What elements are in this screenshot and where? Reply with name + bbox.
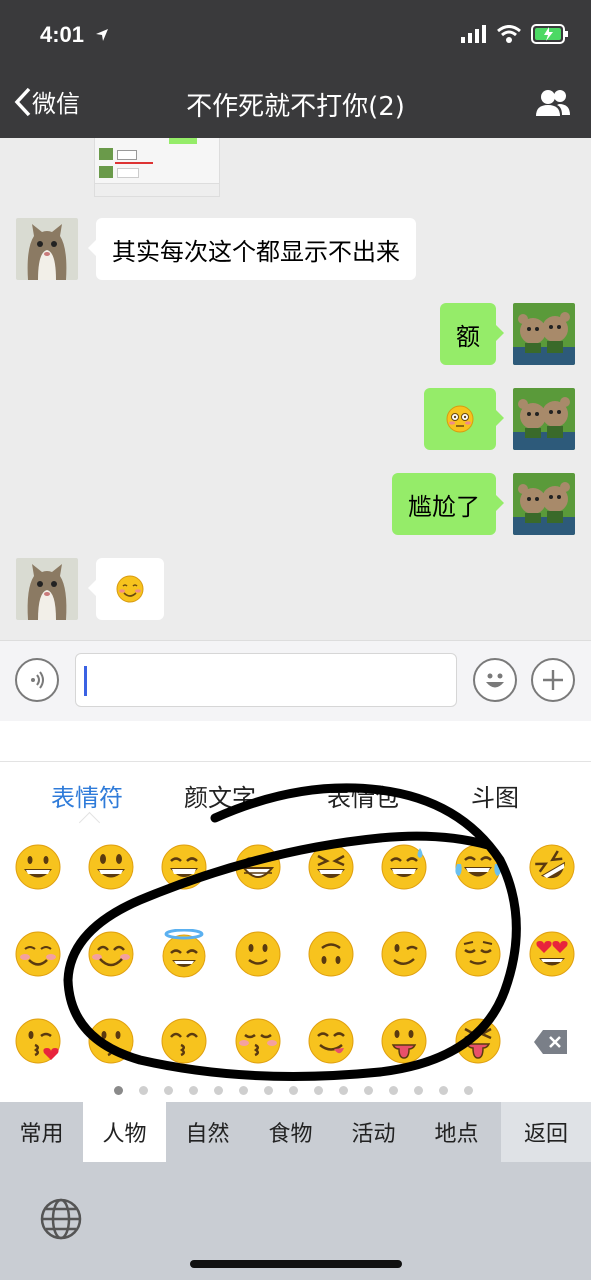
heart-eyes-emoji[interactable] <box>527 929 577 979</box>
backspace-icon <box>534 1030 567 1054</box>
grinning-face-emoji[interactable] <box>13 842 63 892</box>
my-avatar[interactable] <box>513 388 575 450</box>
shared-screenshot-thumbnail[interactable] <box>94 138 220 197</box>
contact-avatar[interactable] <box>16 558 78 620</box>
category-people[interactable]: 人物 <box>83 1102 166 1162</box>
grinning-squinting-face-emoji[interactable] <box>306 842 356 892</box>
status-time: 4:01 <box>40 22 85 47</box>
my-avatar[interactable] <box>513 303 575 365</box>
emoji-grid <box>0 824 591 1102</box>
message-text: 额 <box>456 322 480 351</box>
slightly-smiling-face-emoji[interactable] <box>233 929 283 979</box>
tab-stickers[interactable]: 表情包 <box>327 778 399 813</box>
text-caret <box>84 666 87 696</box>
more-button[interactable] <box>531 658 575 702</box>
rolling-on-floor-laughing-emoji[interactable] <box>527 842 577 892</box>
category-nature[interactable]: 自然 <box>166 1102 249 1162</box>
page-dot[interactable] <box>414 1086 423 1095</box>
tab-emoji[interactable]: 表情符 <box>51 778 123 813</box>
globe-icon[interactable] <box>40 1198 82 1240</box>
bears-avatar-image <box>513 473 575 535</box>
input-bar <box>0 640 591 722</box>
page-dot[interactable] <box>464 1086 473 1095</box>
message-bubble[interactable]: 尴尬了 <box>392 473 504 535</box>
tab-meme-battle[interactable]: 斗图 <box>471 778 519 813</box>
face-with-tongue-emoji[interactable] <box>379 1016 429 1066</box>
message-bubble[interactable]: 额 <box>440 303 504 365</box>
page-dot[interactable] <box>189 1086 198 1095</box>
page-dot[interactable] <box>164 1086 173 1095</box>
grinning-face-smiling-eyes-emoji[interactable] <box>159 842 209 892</box>
keyboard-bottom-bar <box>0 1162 591 1280</box>
group-members-icon[interactable] <box>535 88 571 118</box>
chat-area[interactable]: 其实每次这个都显示不出来 额 尴尬了 <box>0 138 591 640</box>
page-dot[interactable] <box>389 1086 398 1095</box>
wifi-icon <box>497 25 521 43</box>
upside-down-face-emoji[interactable] <box>306 929 356 979</box>
smiling-face-emoji[interactable] <box>13 929 63 979</box>
smiling-face-smiling-eyes-emoji[interactable] <box>86 929 136 979</box>
page-dot[interactable] <box>314 1086 323 1095</box>
nav-bar: 微信 不作死就不打你(2) <box>0 70 591 138</box>
category-places[interactable]: 地点 <box>415 1102 498 1162</box>
bears-avatar-image <box>513 388 575 450</box>
face-blowing-kiss-emoji[interactable] <box>13 1016 63 1066</box>
message-text: 其实每次这个都显示不出来 <box>112 237 400 266</box>
cat-avatar-image <box>16 558 78 620</box>
face-savoring-food-emoji[interactable] <box>306 1016 356 1066</box>
page-dot[interactable] <box>364 1086 373 1095</box>
category-activity[interactable]: 活动 <box>332 1102 415 1162</box>
category-food[interactable]: 食物 <box>249 1102 332 1162</box>
page-dot[interactable] <box>139 1086 148 1095</box>
grinning-face-sweat-emoji[interactable] <box>379 842 429 892</box>
cat-avatar-image <box>16 218 78 280</box>
flushed-face-emoji <box>446 405 474 433</box>
chat-title: 不作死就不打你(2) <box>186 92 405 122</box>
emoji-keyboard-tabs: 表情符 颜文字 表情包 斗图 <box>0 761 591 834</box>
page-dot[interactable] <box>339 1086 348 1095</box>
kissing-face-emoji[interactable] <box>86 1016 136 1066</box>
battery-charging-icon <box>531 24 568 44</box>
plus-icon <box>543 670 563 690</box>
emoji-category-bar: 常用 人物 自然 食物 活动 地点 返回 <box>0 1102 591 1162</box>
beaming-face-emoji[interactable] <box>233 842 283 892</box>
winking-face-emoji[interactable] <box>379 929 429 979</box>
kissing-face-closed-eyes-emoji[interactable] <box>233 1016 283 1066</box>
message-bubble[interactable] <box>88 558 164 620</box>
page-dot[interactable] <box>239 1086 248 1095</box>
bears-avatar-image <box>513 303 575 365</box>
contact-avatar[interactable] <box>16 218 78 280</box>
status-bar: 4:01 <box>0 0 591 70</box>
page-indicator <box>0 1082 591 1102</box>
kissing-face-smiling-eyes-emoji[interactable] <box>159 1016 209 1066</box>
emoji-button[interactable] <box>473 658 517 702</box>
squinting-face-tongue-emoji[interactable] <box>453 1016 503 1066</box>
page-dot[interactable] <box>214 1086 223 1095</box>
voice-wave-icon <box>31 671 44 689</box>
home-indicator[interactable] <box>190 1260 402 1268</box>
face-tears-of-joy-emoji[interactable] <box>453 842 503 892</box>
page-dot[interactable] <box>114 1086 123 1095</box>
tab-kaomoji[interactable]: 颜文字 <box>184 778 256 813</box>
return-button[interactable]: 返回 <box>501 1102 591 1162</box>
page-dot[interactable] <box>439 1086 448 1095</box>
keyboard-top-area <box>0 721 591 761</box>
page-dot[interactable] <box>289 1086 298 1095</box>
cellular-signal-icon <box>461 25 486 43</box>
message-input[interactable] <box>75 653 457 707</box>
smiley-face-icon <box>486 673 504 688</box>
page-dot[interactable] <box>264 1086 273 1095</box>
backspace-button[interactable] <box>533 1029 569 1055</box>
grinning-face-big-eyes-emoji[interactable] <box>86 842 136 892</box>
category-frequent[interactable]: 常用 <box>0 1102 83 1162</box>
voice-button[interactable] <box>15 658 59 702</box>
relieved-face-emoji[interactable] <box>453 929 503 979</box>
my-avatar[interactable] <box>513 473 575 535</box>
smiling-face-halo-emoji[interactable] <box>159 929 209 979</box>
smiling-face-emoji <box>116 575 144 603</box>
message-text: 尴尬了 <box>408 492 480 521</box>
location-arrow-icon <box>96 29 108 41</box>
message-bubble[interactable]: 其实每次这个都显示不出来 <box>88 218 416 280</box>
message-bubble[interactable] <box>424 388 504 450</box>
